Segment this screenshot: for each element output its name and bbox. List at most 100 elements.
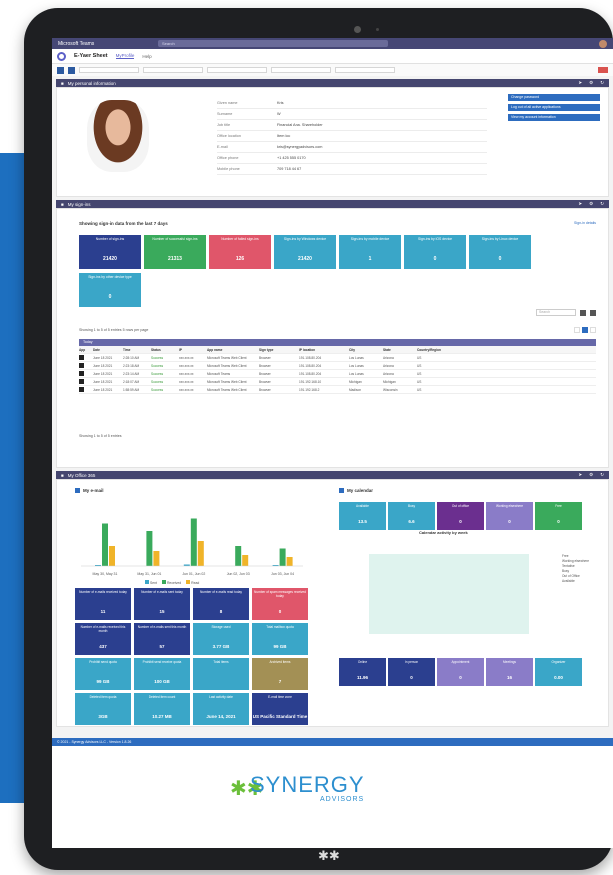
field-label: Office location <box>217 134 241 138</box>
stat-tile: Prohibit send quota 99 GB <box>75 658 131 690</box>
share-icon[interactable]: ➤ <box>578 80 582 86</box>
column-header[interactable]: App name <box>207 348 259 352</box>
cell-date: June 18 2021 <box>93 379 113 384</box>
legend-label: Read <box>191 581 200 585</box>
signin-tiles: Number of sign-ins 21420 Number of success… <box>79 235 531 269</box>
tile-value: 0 <box>459 675 462 680</box>
stat-tile: Organizer 0.00 <box>535 658 582 686</box>
cell-type: Browser <box>259 355 271 360</box>
export-icon[interactable] <box>580 309 586 316</box>
column-header[interactable]: State <box>383 348 417 352</box>
bar-received[interactable] <box>235 546 242 566</box>
activity-legend-item[interactable]: Available <box>562 579 589 584</box>
tile-value: 99 GB <box>273 644 287 649</box>
bar-received[interactable] <box>190 518 197 567</box>
cell-date: June 18 2021 <box>93 387 113 392</box>
refresh-icon[interactable]: ↻ <box>600 201 604 207</box>
column-header[interactable]: Sign type <box>259 348 299 352</box>
tile-label: Prohibit send quota <box>89 660 117 664</box>
section-title: My personal information <box>67 80 116 86</box>
stat-tile: Busy 6.6 <box>388 502 435 530</box>
column-header[interactable]: Status <box>151 348 179 352</box>
toolbar-tab[interactable] <box>335 67 395 73</box>
column-header[interactable]: Date <box>93 348 123 352</box>
tile-value: 3.77 GB <box>212 644 230 649</box>
profile-field-row: Job title Financial Ana. Shareholder <box>217 120 487 131</box>
legend-label: Received <box>166 581 182 585</box>
alert-button[interactable] <box>598 67 608 73</box>
x-tick-label: May 31, Jun 01 <box>137 572 161 576</box>
refresh-icon[interactable]: ↻ <box>600 80 604 86</box>
bar-read[interactable] <box>153 551 160 566</box>
activity-title: Calendar activity by week <box>419 530 468 535</box>
email-title: My e-mail <box>83 488 104 493</box>
page-next-button[interactable] <box>590 327 596 333</box>
table-row[interactable]: June 18 2021 2:28:10 AM Success xxx.xxx.xx M… <box>79 354 596 362</box>
column-header[interactable]: City <box>349 348 383 352</box>
column-header[interactable]: Time <box>123 348 151 352</box>
stat-tile: Deleted item quota 3GB <box>75 693 131 725</box>
tile-value: 16 <box>506 675 512 680</box>
tab-help[interactable]: Help <box>142 54 151 59</box>
profile-action-button[interactable]: Change password <box>508 94 600 101</box>
bar-read[interactable] <box>286 557 293 566</box>
stat-tile: Number of e-mails read today 8 <box>193 588 249 620</box>
tab-myprofile[interactable]: MyProfile <box>115 53 135 59</box>
field-label: Office phone <box>217 156 239 160</box>
bar-read[interactable] <box>197 541 204 566</box>
signin-details-link[interactable]: Sign-in details <box>574 221 596 225</box>
column-header[interactable]: App <box>79 348 93 352</box>
stat-tile: Deleted item count 10.27 MB <box>134 693 190 725</box>
bar-read[interactable] <box>109 546 115 566</box>
windows-icon <box>79 387 84 392</box>
table-row[interactable]: June 18 2021 2:23:18 AM Success xxx.xxx.xx M… <box>79 362 596 370</box>
settings-icon[interactable]: ⚙ <box>589 201 593 207</box>
avatar[interactable] <box>599 39 607 48</box>
column-header[interactable]: IP <box>179 348 207 352</box>
cell-ip: xxx.xxx.xx <box>179 363 194 368</box>
search-input[interactable]: Search <box>536 309 576 316</box>
profile-fields: Given name Kris Surname W Job title Financial… <box>217 98 487 175</box>
teams-search-input[interactable]: Search <box>158 40 388 47</box>
table-row[interactable]: June 18 2021 1:58:59 AM Success xxx.xxx.xx M… <box>79 386 596 394</box>
legend-item[interactable]: Read <box>186 580 199 585</box>
column-header[interactable]: Country/Region <box>417 348 457 352</box>
brand-sub: ADVISORS <box>320 796 365 803</box>
bar-received[interactable] <box>279 548 286 567</box>
settings-icon[interactable]: ⚙ <box>589 80 593 86</box>
profile-action-button[interactable]: Log out of all active applications <box>508 104 600 111</box>
page-1-button[interactable] <box>582 327 588 333</box>
cell-type: Browser <box>259 387 271 392</box>
toolbar-tab[interactable] <box>79 67 139 73</box>
stat-tile: Available 13.5 <box>339 502 386 530</box>
legend-item[interactable]: Sent <box>145 580 157 585</box>
toolbar-tab[interactable] <box>143 67 203 73</box>
tile-value: 11 <box>100 609 106 614</box>
profile-action-button[interactable]: View my account information <box>508 114 600 121</box>
calendar-card: My calendar Available 13.5 Busy 6.6 Out of o… <box>339 488 603 724</box>
tile-label: In person <box>404 660 419 664</box>
cell-loc: 191.192.168.10 <box>299 379 322 384</box>
bar-read[interactable] <box>242 555 249 566</box>
settings-icon[interactable]: ⚙ <box>589 472 593 478</box>
share-icon[interactable]: ➤ <box>578 201 582 207</box>
per-page-select[interactable]: 5 <box>123 328 125 332</box>
share-icon[interactable]: ➤ <box>578 472 582 478</box>
page-prev-button[interactable] <box>574 327 580 333</box>
bar-received[interactable] <box>146 531 153 566</box>
windows-icon <box>79 379 84 384</box>
table-row[interactable]: June 18 2021 2:18:07 AM Success xxx.xxx.xx M… <box>79 378 596 386</box>
bar-received[interactable] <box>102 523 108 567</box>
toolbar-tab[interactable] <box>207 67 267 73</box>
columns-icon[interactable] <box>590 309 596 316</box>
refresh-icon[interactable]: ↻ <box>600 472 604 478</box>
email-card: My e-mail May 30, May 31 May 31, Jun 01 Ju… <box>75 488 308 725</box>
table-row[interactable]: June 18 2021 2:23:14 AM Success xxx.xxx.xx M… <box>79 370 596 378</box>
legend-item[interactable]: Received <box>161 580 182 585</box>
section-title: My sign-ins <box>67 201 91 207</box>
toolbar-tab[interactable] <box>271 67 331 73</box>
column-header[interactable]: IP location <box>299 348 349 352</box>
list-view-button[interactable] <box>68 66 75 74</box>
grid-view-button[interactable] <box>57 66 64 74</box>
stat-tile: Online 11.96 <box>339 658 386 686</box>
